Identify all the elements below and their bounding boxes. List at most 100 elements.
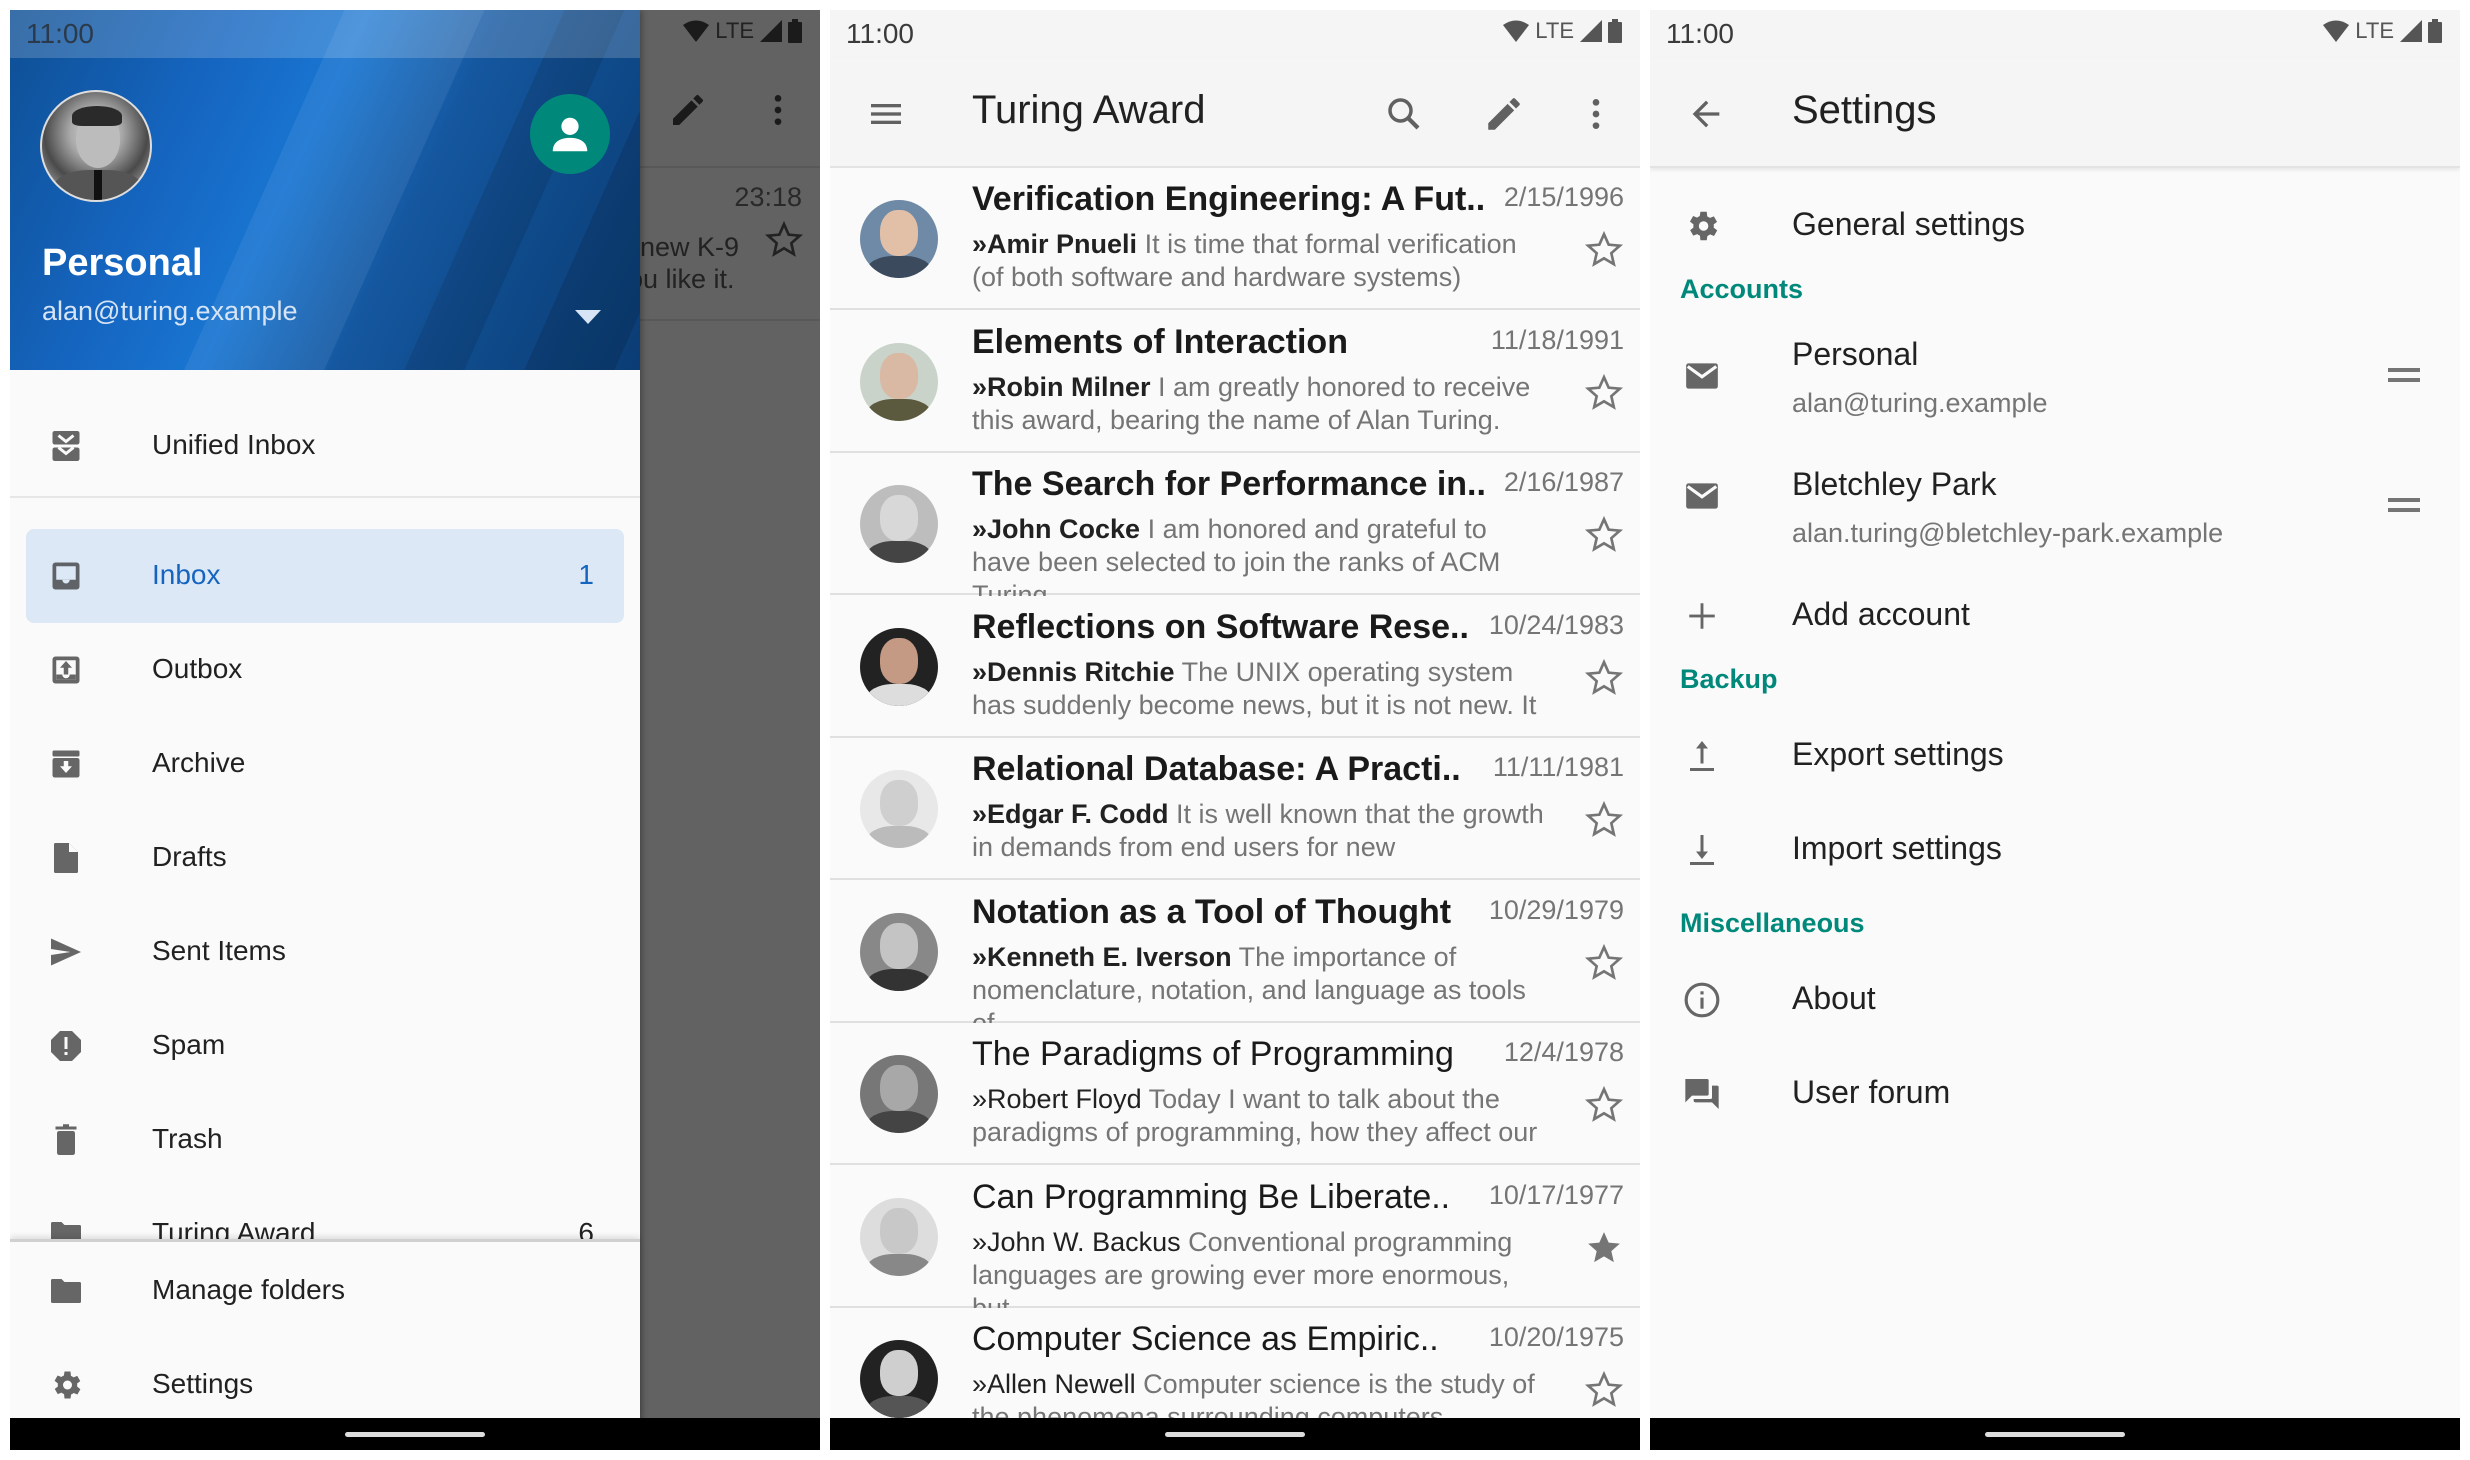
drawer-item-outbox[interactable]: Outbox [10, 623, 640, 717]
account-dropdown-icon[interactable] [575, 310, 601, 324]
message-sender: »John Cocke [972, 514, 1141, 544]
message-sender: »Edgar F. Codd [972, 799, 1169, 829]
sender-avatar[interactable] [860, 1197, 938, 1276]
account-item-bletchley-park[interactable]: Bletchley Park alan.turing@bletchley-par… [1650, 436, 2460, 556]
menu-button[interactable] [860, 88, 912, 140]
message-row[interactable]: Can Programming Be Liberate.. 10/17/1977 »… [830, 1165, 1640, 1323]
message-date: 2/16/1987 [1503, 467, 1624, 497]
star-filled-icon[interactable] [1584, 1228, 1624, 1268]
folder-list: Unified Inbox Inbox 1 Outbox Archive Dra… [10, 370, 640, 1239]
sender-avatar[interactable] [860, 200, 938, 278]
star-icon[interactable] [1584, 658, 1624, 698]
search-button[interactable] [1378, 88, 1430, 140]
settings-item-about[interactable]: About [1650, 952, 2460, 1048]
drawer-item-unified-inbox[interactable]: Unified Inbox [10, 399, 640, 493]
star-icon[interactable] [1584, 943, 1624, 983]
account-item-personal[interactable]: Personal alan@turing.example [1650, 316, 2460, 436]
network-type: LTE [2355, 18, 2394, 43]
message-sender: »Amir Pnueli [972, 229, 1138, 259]
back-arrow-icon [1692, 100, 1720, 128]
account-email: alan@turing.example [42, 296, 298, 326]
drawer-item-manage-folders[interactable]: Manage folders [10, 1244, 640, 1338]
settings-item-add-account[interactable]: Add account [1650, 568, 2460, 664]
drawer-item-label: Inbox [152, 559, 221, 590]
message-subject: Elements of Interaction [972, 322, 1348, 361]
settings-item-user-forum[interactable]: User forum [1650, 1046, 2460, 1142]
home-indicator[interactable] [1165, 1432, 1305, 1437]
drawer-footer: Manage folders Settings [10, 1239, 640, 1418]
sender-avatar[interactable] [860, 912, 938, 991]
more-options-button[interactable] [1570, 88, 1622, 140]
message-subject: Reflections on Software Rese.. [972, 607, 1469, 646]
account-email: alan@turing.example [1792, 388, 2048, 418]
drawer-scrim[interactable] [640, 10, 820, 1450]
star-icon[interactable] [1584, 1085, 1624, 1125]
signal-icon [2400, 20, 2422, 42]
message-subject: Notation as a Tool of Thought [972, 892, 1452, 931]
back-button[interactable] [1680, 88, 1732, 140]
message-row[interactable]: Elements of Interaction 11/18/1991 »Robin … [830, 310, 1640, 453]
message-sender: »Dennis Ritchie [972, 656, 1175, 687]
drawer-item-label: Spam [152, 1029, 226, 1060]
account-name: Personal [1792, 336, 1919, 372]
settings-item-label: User forum [1792, 1074, 1951, 1110]
message-row[interactable]: The Search for Performance in.. 2/16/1987… [830, 453, 1640, 610]
drawer-item-inbox[interactable]: Inbox 1 [10, 529, 640, 623]
star-icon[interactable] [1584, 373, 1624, 413]
unified-inbox-icon [46, 426, 86, 466]
wifi-icon [1503, 20, 1530, 42]
switch-account-button[interactable] [530, 94, 610, 174]
star-icon[interactable] [1584, 230, 1624, 270]
sender-avatar[interactable] [860, 342, 938, 421]
drawer-item-spam[interactable]: Spam [10, 999, 640, 1093]
message-preview: »Robin Milner I am greatly honored to re… [972, 371, 1552, 437]
star-icon[interactable] [1584, 1370, 1624, 1410]
account-name: Personal [42, 242, 203, 284]
sender-avatar[interactable] [860, 627, 938, 706]
settings-item-export[interactable]: Export settings [1650, 710, 2460, 804]
message-subject: The Search for Performance in.. [972, 465, 1486, 503]
sender-avatar[interactable] [860, 770, 938, 848]
drawer-item-label: Sent Items [152, 935, 286, 966]
message-subject: The Paradigms of Programming [972, 1035, 1454, 1073]
home-indicator[interactable] [1985, 1432, 2125, 1437]
drawer-item-sent-items[interactable]: Sent Items [10, 905, 640, 999]
drawer-item-label: Outbox [152, 653, 243, 684]
message-row[interactable]: Relational Database: A Practi.. 11/11/198… [830, 738, 1640, 880]
settings-item-import[interactable]: Import settings [1650, 804, 2460, 898]
settings-item-label: Import settings [1792, 830, 2002, 866]
message-sender: »Robin Milner [972, 371, 1151, 402]
message-sender: »John W. Backus [972, 1226, 1181, 1257]
drag-handle-icon[interactable] [2388, 498, 2420, 518]
drawer-item-turing-award[interactable]: Turing Award 6 [10, 1187, 640, 1239]
archive-icon [46, 744, 86, 784]
drawer-item-trash[interactable]: Trash [10, 1093, 640, 1187]
settings-item-label: Export settings [1792, 736, 2004, 772]
message-date: 11/11/1981 [1492, 752, 1624, 782]
star-icon[interactable] [1584, 800, 1624, 840]
status-time: 11:00 [1666, 18, 1734, 49]
network-type: LTE [1535, 18, 1574, 43]
message-row[interactable]: Computer Science as Empiric.. 10/20/1975 »… [830, 1308, 1640, 1418]
drawer-item-archive[interactable]: Archive [10, 717, 640, 811]
status-bar: 11:00 LTE [830, 10, 1640, 58]
system-nav-bar [10, 1418, 820, 1450]
message-row[interactable]: Reflections on Software Rese.. 10/24/1983… [830, 595, 1640, 738]
account-avatar[interactable] [40, 90, 152, 202]
message-row[interactable]: The Paradigms of Programming 12/4/1978 »Ro… [830, 1023, 1640, 1165]
star-icon[interactable] [1584, 515, 1624, 555]
hamburger-menu-icon [871, 104, 901, 124]
plus-icon [1680, 594, 1724, 638]
sender-avatar[interactable] [860, 1340, 938, 1418]
message-row[interactable]: Verification Engineering: A Fut.. 2/15/19… [830, 168, 1640, 310]
drawer-item-drafts[interactable]: Drafts [10, 811, 640, 905]
drag-handle-icon[interactable] [2388, 368, 2420, 388]
settings-item-general[interactable]: General settings [1650, 178, 2460, 274]
message-subject: Relational Database: A Practi.. [972, 750, 1461, 788]
signal-icon [1580, 20, 1602, 42]
compose-button[interactable] [1478, 88, 1530, 140]
sender-avatar[interactable] [860, 1055, 938, 1133]
home-indicator[interactable] [345, 1432, 485, 1437]
message-row[interactable]: Notation as a Tool of Thought 10/29/1979 »… [830, 880, 1640, 1038]
sender-avatar[interactable] [860, 485, 938, 563]
